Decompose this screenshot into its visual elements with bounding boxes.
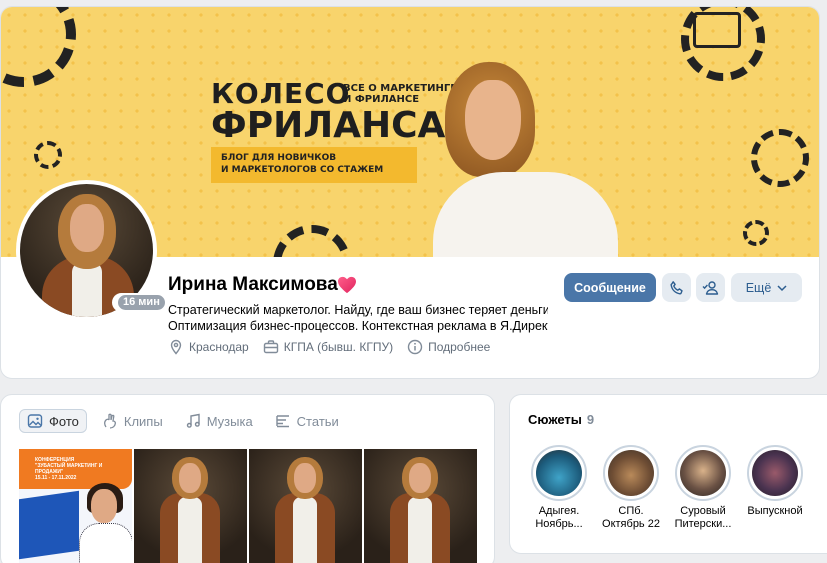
photo-thumbnail[interactable]: КОНФЕРЕНЦИЯ "ЗУБАСТЫЙ МАРКЕТИНГ И ПРОДАЖ… xyxy=(19,449,132,563)
profile-meta: Краснодар КГПА (бывш. КГПУ) Подробнее xyxy=(168,339,490,355)
cover-title-line2: ФРИЛАНСА xyxy=(211,105,446,146)
music-icon xyxy=(186,413,200,428)
photo-thumbnail[interactable] xyxy=(134,449,247,563)
photo-grid: КОНФЕРЕНЦИЯ "ЗУБАСТЫЙ МАРКЕТИНГ И ПРОДАЖ… xyxy=(19,449,477,563)
friend-status-button[interactable] xyxy=(696,273,725,302)
clips-icon xyxy=(103,413,116,429)
photo-thumbnail[interactable] xyxy=(249,449,362,563)
cover-person-photo xyxy=(433,62,623,257)
story-item[interactable]: СПб. Октябрь 22 xyxy=(594,445,668,531)
city-text: Краснодар xyxy=(189,340,249,354)
profile-name: Ирина Максимова xyxy=(168,274,338,295)
media-tabs: Фото Клипы Музыка Статьи xyxy=(19,409,346,433)
story-label: Адыгея. Ноябрь... xyxy=(535,505,583,530)
stories-header[interactable]: Сюжеты 9 xyxy=(528,412,594,427)
cover-subtitle-line1: ВСЕ О МАРКЕТИНГЕ xyxy=(343,83,458,94)
chevron-down-icon xyxy=(777,284,787,291)
tab-articles[interactable]: Статьи xyxy=(268,409,346,433)
more-button[interactable]: Ещё xyxy=(731,273,802,302)
tab-label: Клипы xyxy=(123,413,163,429)
conference-text: КОНФЕРЕНЦИЯ "ЗУБАСТЫЙ МАРКЕТИНГ И ПРОДАЖ… xyxy=(35,457,115,481)
story-item[interactable]: Выпускной xyxy=(738,445,812,518)
story-label: СПб. Октябрь 22 xyxy=(602,505,660,530)
story-label: Суровый Питерски... xyxy=(674,505,732,530)
gear-decoration xyxy=(751,129,809,187)
education-text: КГПА (бывш. КГПУ) xyxy=(283,340,394,354)
profile-status: Стратегический маркетолог. Найду, где ва… xyxy=(168,302,548,334)
photo-icon xyxy=(27,414,43,428)
conference-date: 15.11 - 17.11.2022 xyxy=(35,475,77,481)
location-icon xyxy=(170,339,182,355)
story-item[interactable]: Суровый Питерски... xyxy=(666,445,740,531)
status-line: Стратегический маркетолог. Найду, где ва… xyxy=(168,303,548,317)
articles-icon xyxy=(275,415,289,428)
stories-card: Сюжеты 9 Адыгея. Ноябрь... СПб. Октябрь 22 … xyxy=(509,394,827,554)
heart-icon xyxy=(338,276,356,294)
user-check-icon xyxy=(702,280,718,295)
stories-title: Сюжеты xyxy=(528,412,582,427)
call-button[interactable] xyxy=(662,273,691,302)
message-button[interactable]: Сообщение xyxy=(564,273,656,302)
media-card: Фото Клипы Музыка Статьи КОНФЕРЕНЦИЯ "ЗУ… xyxy=(0,394,495,563)
browser-window-icon xyxy=(693,12,741,48)
tab-photos[interactable]: Фото xyxy=(19,409,87,433)
cover-subtitle: ВСЕ О МАРКЕТИНГЕ И ФРИЛАНСЕ xyxy=(343,83,458,105)
more-label: Ещё xyxy=(745,280,772,295)
info-icon xyxy=(407,339,423,355)
tab-label: Фото xyxy=(49,413,79,429)
photo-thumbnail[interactable] xyxy=(364,449,477,563)
meta-city[interactable]: Краснодар xyxy=(168,339,249,355)
details-text: Подробнее xyxy=(428,340,491,354)
gear-decoration xyxy=(273,225,351,257)
gear-decoration xyxy=(743,220,769,246)
story-label: Выпускной xyxy=(747,505,803,517)
online-status-text: 16 мин xyxy=(118,295,165,310)
cover-badge: БЛОГ ДЛЯ НОВИЧКОВ И МАРКЕТОЛОГОВ СО СТАЖ… xyxy=(211,147,417,183)
tab-label: Музыка xyxy=(206,413,253,429)
cover-subtitle-line2: И ФРИЛАНСЕ xyxy=(343,94,420,105)
online-status-badge: 16 мин xyxy=(112,293,171,312)
conference-line2: "ЗУБАСТЫЙ МАРКЕТИНГ И ПРОДАЖИ" xyxy=(35,463,103,475)
stories-count: 9 xyxy=(586,412,595,427)
briefcase-icon xyxy=(263,340,278,354)
story-item[interactable]: Адыгея. Ноябрь... xyxy=(522,445,596,531)
tab-music[interactable]: Музыка xyxy=(178,409,260,433)
phone-icon xyxy=(669,280,683,295)
gear-decoration xyxy=(1,7,76,87)
gear-decoration xyxy=(34,141,62,169)
tab-label: Статьи xyxy=(296,413,339,429)
meta-education[interactable]: КГПА (бывш. КГПУ) xyxy=(263,339,393,355)
details-link[interactable]: Подробнее xyxy=(407,339,490,355)
status-line: Оптимизация бизнес-процессов. Контекстна… xyxy=(168,319,548,333)
tab-clips[interactable]: Клипы xyxy=(95,409,170,433)
cover-badge-line1: БЛОГ ДЛЯ НОВИЧКОВ xyxy=(221,153,337,163)
cover-badge-line2: И МАРКЕТОЛОГОВ СО СТАЖЕМ xyxy=(221,165,384,175)
